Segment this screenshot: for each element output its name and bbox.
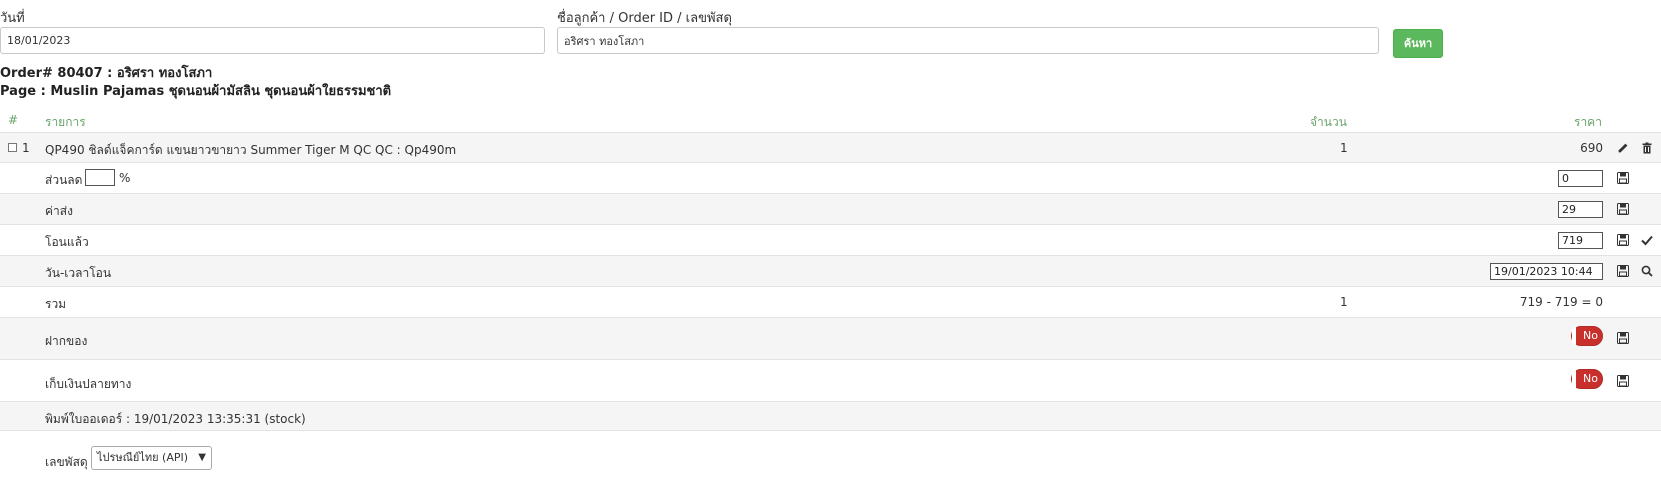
printed-row: พิมพ์ใบออเดอร์ : 19/01/2023 13:35:31 (st… (0, 401, 1661, 431)
column-header-qty: จำนวน (1310, 115, 1347, 129)
paid-input[interactable]: 719 (1558, 232, 1603, 249)
paid-row: โอนแล้ว 719 (0, 224, 1661, 255)
table-row: 1 QP490 ชิลด์แจ็คการ์ด แขนยาวขายาว Summe… (0, 132, 1661, 162)
shipping-input[interactable]: 29 (1558, 201, 1603, 218)
tracking-label: เลขพัสดุ (45, 455, 88, 469)
cod-label: เก็บเงินปลายทาง (45, 377, 132, 391)
discount-label: ส่วนลด (45, 173, 83, 187)
total-row: รวม 1 719 - 719 = 0 (0, 286, 1661, 317)
transfer-time-input[interactable]: 19/01/2023 10:44 (1490, 263, 1603, 280)
carrier-select[interactable]: ไปรษณีย์ไทย (API) ▼ (91, 446, 212, 470)
search-icon[interactable] (1640, 264, 1654, 278)
save-icon[interactable] (1616, 171, 1630, 185)
save-icon[interactable] (1616, 202, 1630, 216)
deposit-label: ฝากของ (45, 334, 88, 348)
item-price: 690 (1580, 141, 1603, 155)
shipping-label: ค่าส่ง (45, 204, 73, 218)
save-icon[interactable] (1616, 264, 1630, 278)
printed-info: พิมพ์ใบออเดอร์ : 19/01/2023 13:35:31 (st… (45, 412, 306, 426)
deposit-row: ฝากของ No (0, 317, 1661, 359)
customer-search-input[interactable] (557, 27, 1379, 54)
save-icon[interactable] (1616, 331, 1630, 345)
date-input[interactable] (0, 27, 545, 54)
trash-icon[interactable] (1640, 141, 1654, 155)
carrier-selected: ไปรษณีย์ไทย (API) (97, 451, 189, 464)
cod-row: เก็บเงินปลายทาง No (0, 359, 1661, 401)
pencil-icon[interactable] (1616, 141, 1630, 155)
deposit-toggle[interactable]: No (1571, 326, 1603, 346)
percent-sign: % (119, 171, 131, 185)
total-qty: 1 (1340, 295, 1348, 309)
check-icon[interactable] (1640, 233, 1654, 247)
customer-search-label: ชื่อลูกค้า / Order ID / เลขพัสดุ (557, 11, 732, 26)
discount-value-input[interactable]: 0 (1558, 170, 1603, 187)
save-icon[interactable] (1616, 374, 1630, 388)
order-page-line: Page : Muslin Pajamas ชุดนอนผ้ามัสลิน ชุ… (0, 84, 392, 99)
column-header-item: รายการ (45, 115, 86, 129)
transfer-time-label: วัน-เวลาโอน (45, 266, 112, 280)
paid-label: โอนแล้ว (45, 235, 89, 249)
item-qty: 1 (1340, 141, 1348, 155)
item-index: 1 (22, 141, 30, 155)
chevron-down-icon: ▼ (198, 452, 206, 463)
total-label: รวม (45, 297, 67, 311)
item-name: QP490 ชิลด์แจ็คการ์ด แขนยาวขายาว Summer … (45, 143, 457, 157)
shipping-row: ค่าส่ง 29 (0, 193, 1661, 224)
transfer-time-row: วัน-เวลาโอน 19/01/2023 10:44 (0, 255, 1661, 286)
discount-percent-input[interactable] (85, 169, 115, 186)
discount-row: ส่วนลด % 0 (0, 162, 1661, 193)
save-icon[interactable] (1616, 233, 1630, 247)
column-header-price: ราคา (1574, 115, 1602, 129)
total-formula: 719 - 719 = 0 (1519, 295, 1603, 309)
date-label: วันที่ (0, 11, 25, 26)
search-button[interactable]: ค้นหา (1393, 29, 1443, 58)
item-checkbox[interactable] (8, 143, 17, 152)
column-header-index: # (8, 113, 19, 127)
cod-toggle[interactable]: No (1571, 369, 1603, 389)
